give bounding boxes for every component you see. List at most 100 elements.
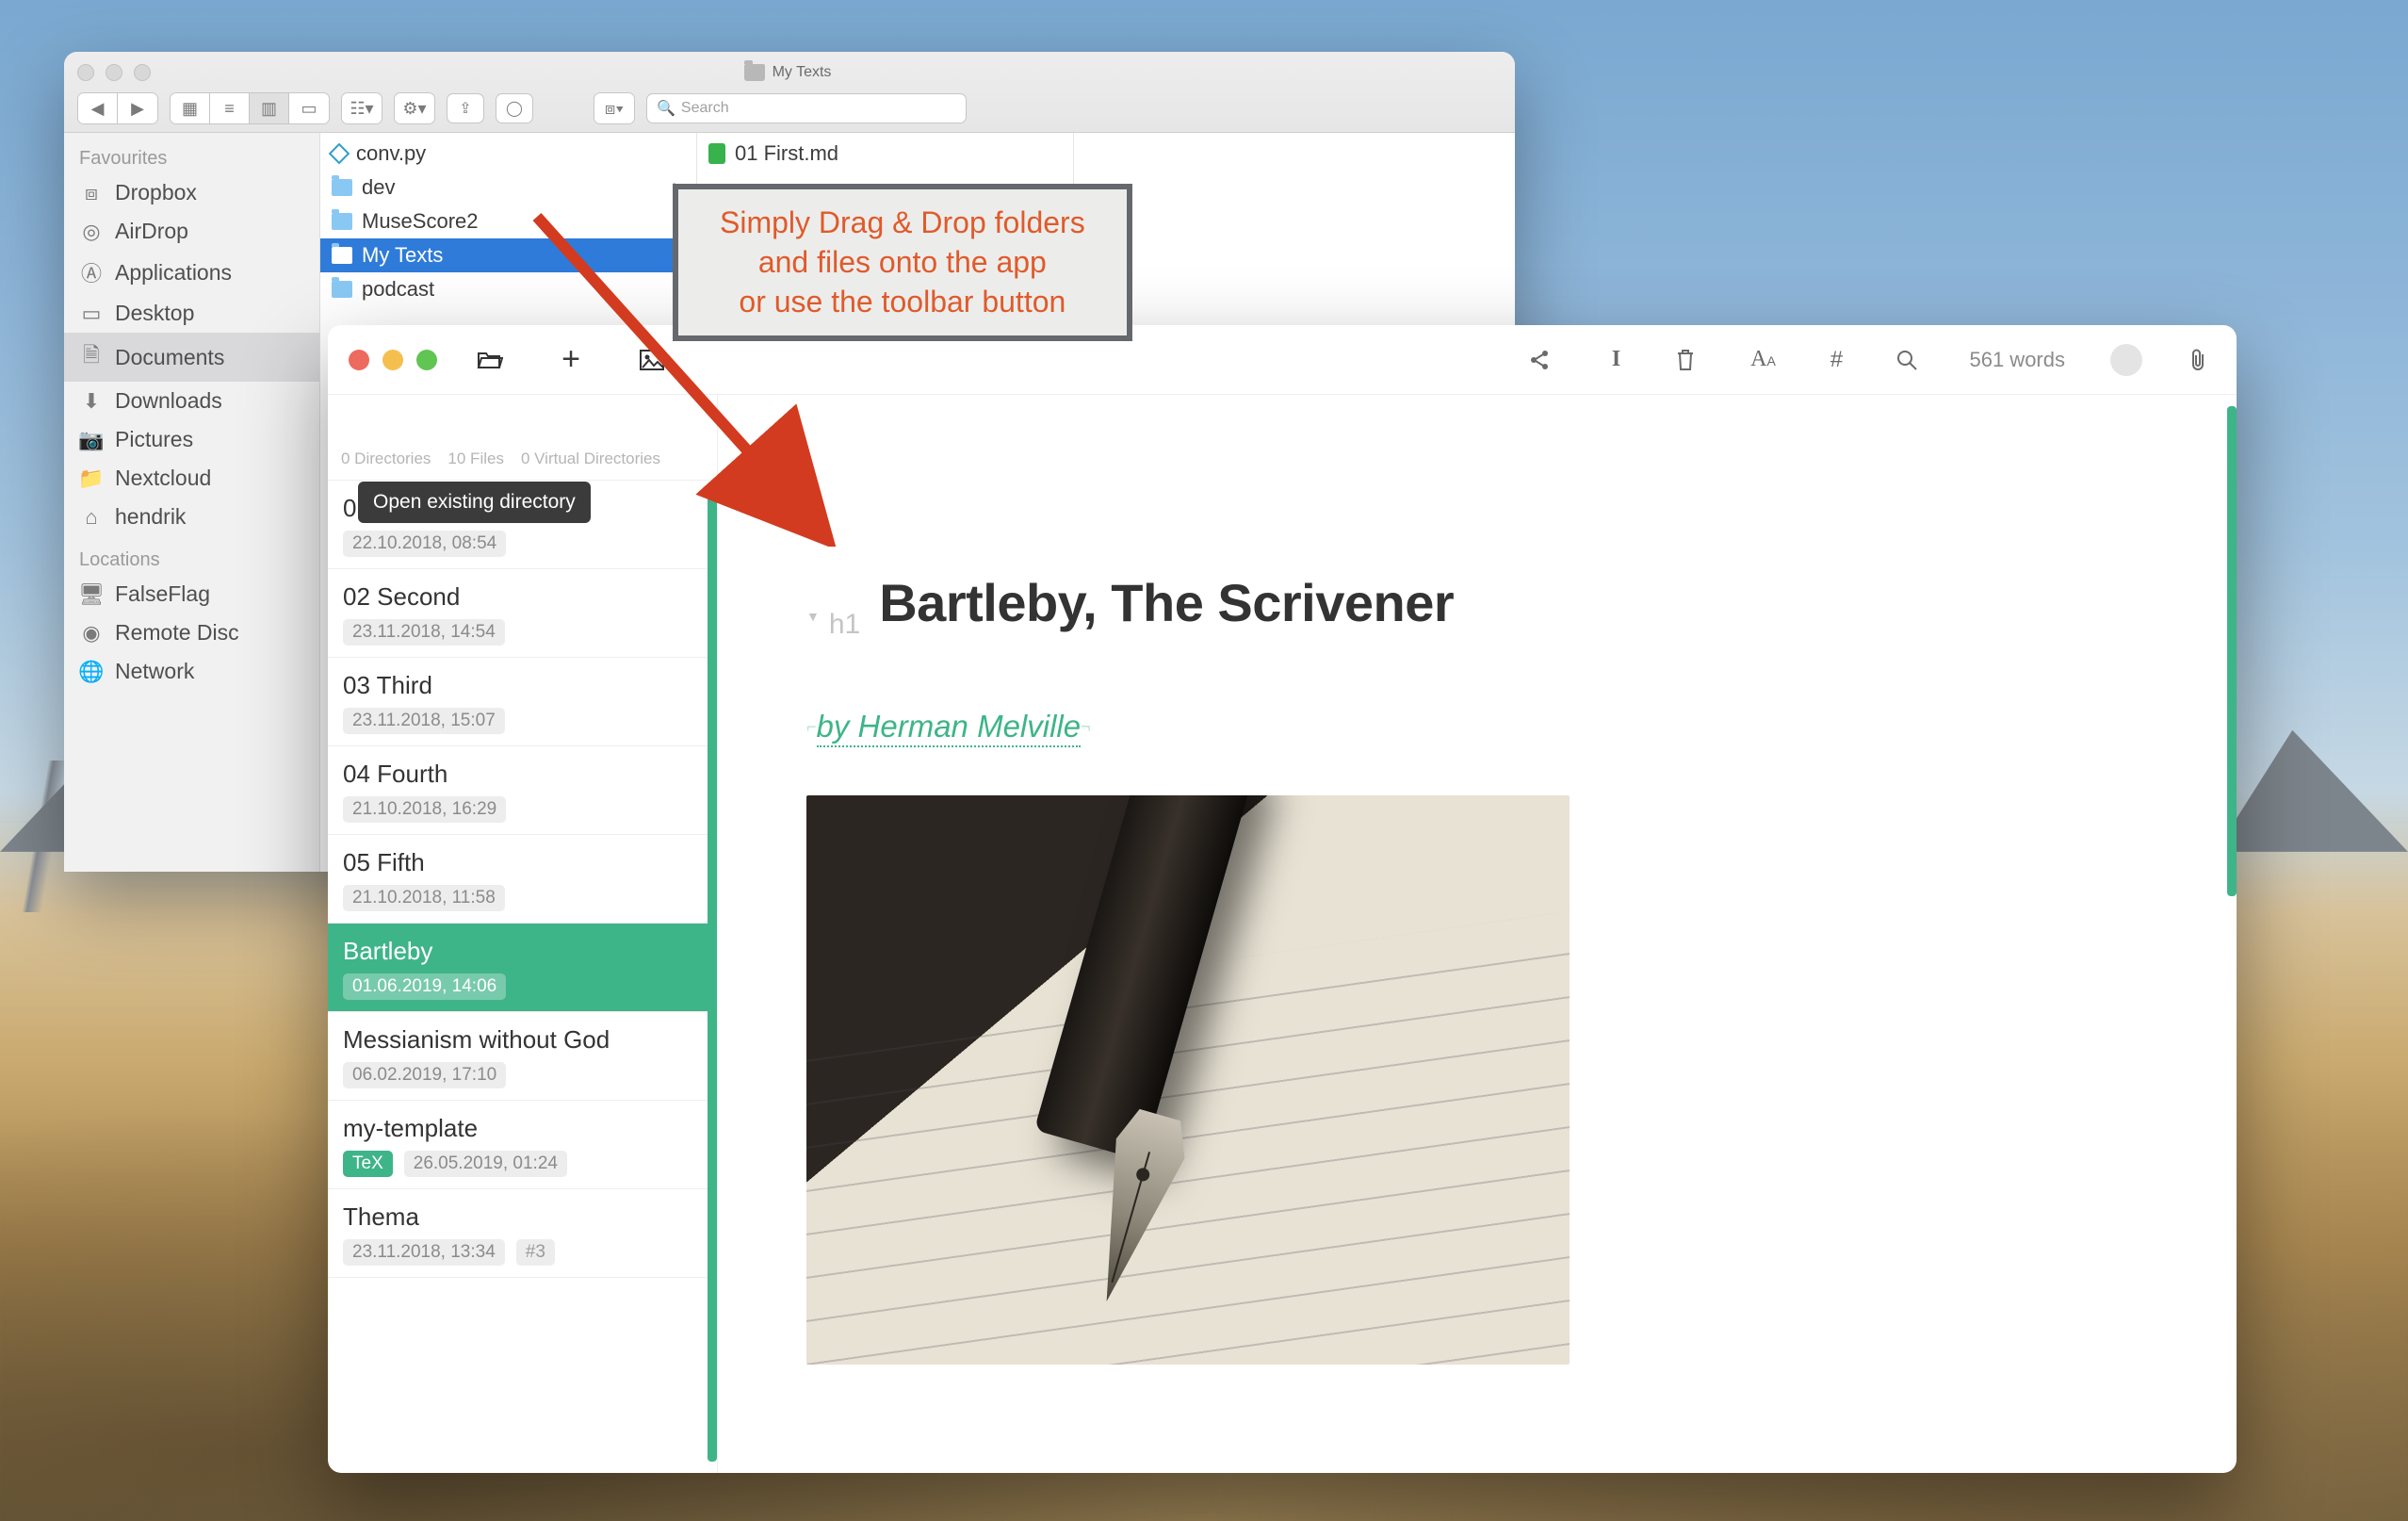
sidebar-header: 0 Directories 10 Files 0 Virtual Directo… <box>328 395 717 481</box>
hashtag-button[interactable]: # <box>1822 347 1850 373</box>
finder-traffic-lights[interactable] <box>77 64 151 81</box>
view-icon-columns[interactable]: ▥ <box>250 93 289 123</box>
dropbox-toolbar[interactable]: ⧈▾ <box>594 92 635 124</box>
disc-icon: ◉ <box>79 621 104 646</box>
file-row[interactable]: conv.py <box>320 137 696 171</box>
file-row[interactable]: 01 First.md <box>697 137 1073 171</box>
font-button[interactable]: AA <box>1749 347 1777 372</box>
document-image[interactable] <box>806 795 1570 1365</box>
file-row[interactable]: dev▶ <box>320 171 696 204</box>
sidebar-item-airdrop[interactable]: ◎AirDrop <box>64 212 319 251</box>
search-input[interactable]: 🔍 Search <box>646 93 967 123</box>
markdown-file-icon <box>708 143 725 164</box>
nav-back-forward[interactable]: ◀ ▶ <box>77 92 158 124</box>
callout-text: and files onto the app <box>720 242 1085 282</box>
view-icon-grid[interactable]: ▦ <box>171 93 210 123</box>
note-item[interactable]: Thema23.11.2018, 13:34#3 <box>328 1189 717 1278</box>
share-icon <box>1528 349 1551 371</box>
note-item[interactable]: 05 Fifth21.10.2018, 11:58 <box>328 835 717 924</box>
document-title[interactable]: Bartleby, The Scrivener <box>879 572 1454 633</box>
chevron-down-icon[interactable]: ▼ <box>806 609 820 641</box>
sidebar-item-label: Dropbox <box>115 180 197 205</box>
content-scroll-indicator <box>2227 406 2237 896</box>
file-label: conv.py <box>356 141 426 166</box>
file-label: MuseScore2 <box>362 209 479 234</box>
note-item[interactable]: Bartleby01.06.2019, 14:06 <box>328 924 717 1012</box>
image-button[interactable] <box>637 345 667 375</box>
folder-icon <box>744 64 765 81</box>
python-file-icon <box>329 143 350 165</box>
back-button[interactable]: ◀ <box>78 93 118 123</box>
delete-button[interactable] <box>1675 348 1703 372</box>
finder-titlebar[interactable]: My Texts ◀ ▶ ▦ ≡ ▥ ▭ ☷▾ ⚙▾ ⇪ ◯ ⧈▾ 🔍 Sea <box>64 52 1515 133</box>
avatar[interactable] <box>2110 344 2142 376</box>
note-item[interactable]: 03 Third23.11.2018, 15:07 <box>328 658 717 746</box>
note-item[interactable]: 04 Fourth21.10.2018, 16:29 <box>328 746 717 835</box>
document-byline[interactable]: ⌐by Herman Melville¬ <box>806 709 2148 744</box>
note-item[interactable]: Messianism without God06.02.2019, 17:10 <box>328 1012 717 1101</box>
folder-icon: 📁 <box>79 466 104 491</box>
count-virtual: 0 Virtual Directories <box>521 450 660 468</box>
note-title: 04 Fourth <box>343 760 702 789</box>
minimize-icon[interactable] <box>382 350 403 370</box>
share-button[interactable] <box>1528 349 1556 371</box>
sidebar-item-applications[interactable]: ⒶApplications <box>64 251 319 294</box>
paperclip-icon <box>2188 348 2208 372</box>
zoom-icon[interactable] <box>416 350 437 370</box>
search-button[interactable] <box>1895 349 1924 371</box>
share-button[interactable]: ⇪ <box>447 93 484 123</box>
arrange-icon[interactable]: ☷▾ <box>342 93 382 123</box>
count-directories: 0 Directories <box>341 450 431 468</box>
sidebar-item-pictures[interactable]: 📷Pictures <box>64 420 319 459</box>
view-icon-list[interactable]: ≡ <box>210 93 250 123</box>
sidebar-item-remote disc[interactable]: ◉Remote Disc <box>64 613 319 652</box>
applications-icon: Ⓐ <box>79 257 104 287</box>
tags-button[interactable]: ◯ <box>496 93 533 123</box>
sidebar-item-network[interactable]: 🌐Network <box>64 652 319 691</box>
folder-open-icon <box>477 349 503 371</box>
computer-icon: 🖥 <box>79 582 104 607</box>
close-icon[interactable] <box>77 64 94 81</box>
attachment-button[interactable] <box>2188 348 2216 372</box>
arrange-menu[interactable]: ☷▾ <box>341 92 382 124</box>
note-item[interactable]: my-templateTeX26.05.2019, 01:24 <box>328 1101 717 1189</box>
dropbox-icon: ⧈ <box>79 181 104 205</box>
sidebar-item-downloads[interactable]: ⬇Downloads <box>64 382 319 420</box>
folder-icon <box>332 281 352 298</box>
folder-icon <box>332 247 352 264</box>
sidebar-item-documents[interactable]: 🗎Documents <box>64 333 319 382</box>
open-folder-button[interactable] <box>475 345 505 375</box>
sidebar-item-hendrik[interactable]: ⌂hendrik <box>64 498 319 536</box>
action-menu[interactable]: ⚙▾ <box>394 92 435 124</box>
folder-icon <box>332 179 352 196</box>
zoom-icon[interactable] <box>134 64 151 81</box>
view-mode-segment[interactable]: ▦ ≡ ▥ ▭ <box>170 92 330 124</box>
note-item[interactable]: 02 Second23.11.2018, 14:54 <box>328 569 717 658</box>
file-row[interactable]: My Texts▶ <box>320 238 696 272</box>
close-icon[interactable] <box>349 350 369 370</box>
sidebar-item-nextcloud[interactable]: 📁Nextcloud <box>64 459 319 498</box>
editor-content[interactable]: ▼ h1 Bartleby, The Scrivener ⌐by Herman … <box>718 395 2237 1473</box>
sidebar-item-falseflag[interactable]: 🖥FalseFlag <box>64 575 319 613</box>
sidebar-item-label: Desktop <box>115 301 194 326</box>
new-file-button[interactable]: + <box>556 345 586 375</box>
sidebar-item-dropbox[interactable]: ⧈ Dropbox <box>64 173 319 212</box>
text-cursor-button[interactable]: I <box>1602 347 1630 372</box>
file-row[interactable]: MuseScore2▶ <box>320 204 696 238</box>
documents-icon: 🗎 <box>79 339 104 375</box>
file-row[interactable]: podcast▶ <box>320 272 696 306</box>
notes-list[interactable]: 01 First22.10.2018, 08:5402 Second23.11.… <box>328 481 717 1473</box>
view-icon-gallery[interactable]: ▭ <box>289 93 329 123</box>
airdrop-icon: ◎ <box>79 220 104 244</box>
home-icon: ⌂ <box>79 505 104 530</box>
gear-icon[interactable]: ⚙▾ <box>395 93 434 123</box>
minimize-icon[interactable] <box>106 64 122 81</box>
network-icon: 🌐 <box>79 660 104 684</box>
editor-traffic-lights[interactable] <box>349 350 437 370</box>
editor-window: + I AA # 561 words <box>328 325 2237 1473</box>
pictures-icon: 📷 <box>79 428 104 452</box>
dropbox-icon[interactable]: ⧈▾ <box>594 93 634 123</box>
forward-button[interactable]: ▶ <box>118 93 157 123</box>
sidebar-item-desktop[interactable]: ▭Desktop <box>64 294 319 333</box>
editor-titlebar[interactable]: + I AA # 561 words <box>328 325 2237 395</box>
